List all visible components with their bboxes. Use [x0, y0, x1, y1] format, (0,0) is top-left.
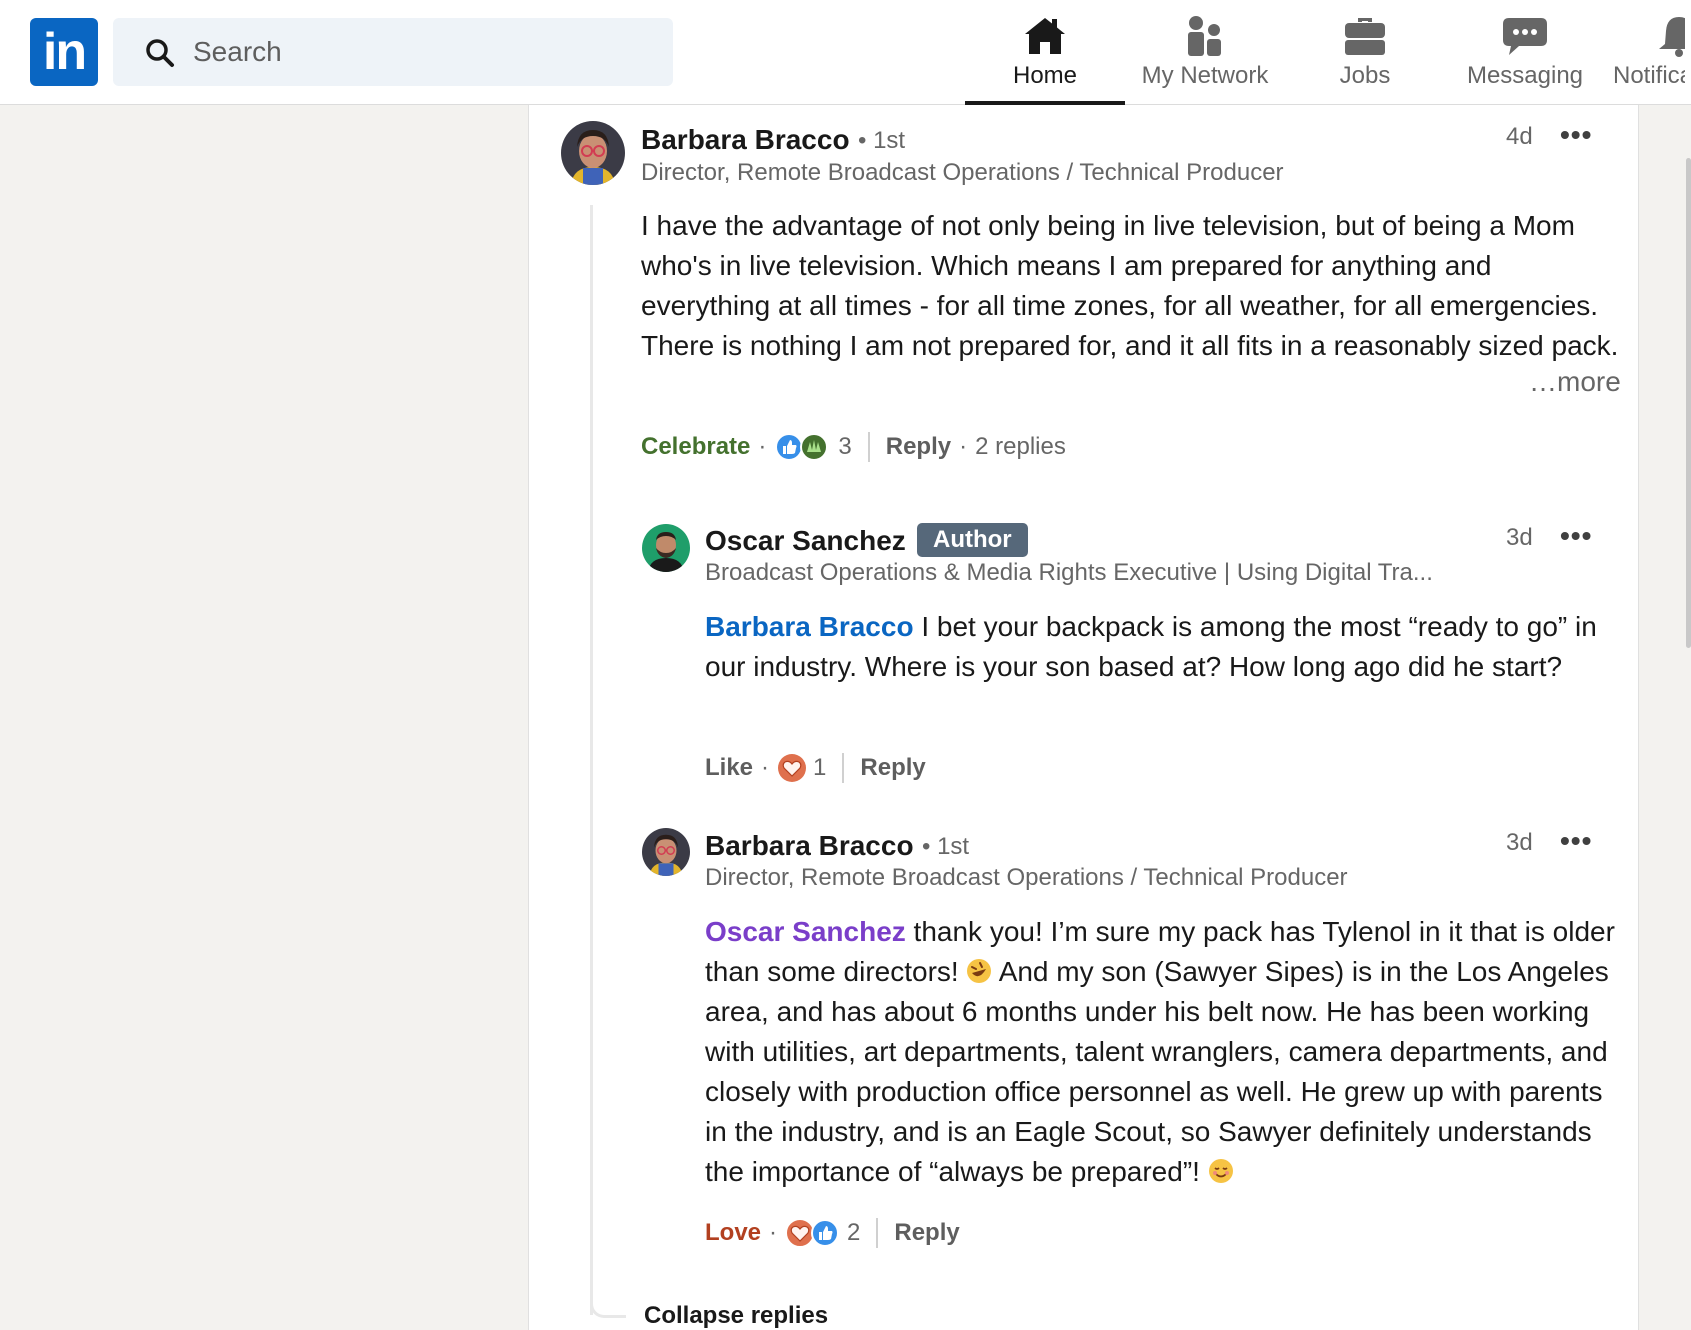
avatar-oscar-sanchez[interactable]: [642, 524, 690, 572]
author-badge: Author: [917, 523, 1028, 557]
comment-timestamp: 4d: [1506, 123, 1533, 150]
reply-text: Barbara Bracco I bet your backpack is am…: [705, 607, 1625, 687]
collapse-replies-button[interactable]: Collapse replies: [644, 1302, 828, 1330]
nav-jobs[interactable]: Jobs: [1285, 0, 1445, 105]
nav-home[interactable]: Home: [965, 0, 1125, 105]
linkedin-logo[interactable]: in: [30, 18, 98, 86]
search-icon: [146, 39, 174, 67]
action-divider: [867, 432, 870, 462]
action-divider: [876, 1218, 879, 1248]
reply-button[interactable]: Reply: [886, 433, 951, 461]
top-navigation-bar: in Home My Network: [0, 0, 1691, 105]
reply-author-name[interactable]: Oscar Sanchez: [705, 525, 906, 557]
reply-author-name[interactable]: Barbara Bracco: [705, 830, 914, 862]
mention-link[interactable]: Oscar Sanchez: [705, 916, 906, 947]
reaction-count[interactable]: 3: [838, 433, 851, 461]
nav-my-network[interactable]: My Network: [1125, 0, 1285, 105]
see-more-link[interactable]: …more: [1519, 366, 1621, 398]
reply-actions: Like · 1 Reply: [705, 751, 926, 785]
reaction-count[interactable]: 2: [847, 1219, 860, 1247]
search-box[interactable]: [113, 18, 673, 86]
reaction-icons[interactable]: [774, 432, 832, 462]
reply-button[interactable]: Reply: [894, 1219, 959, 1247]
profile-photo: [561, 121, 625, 185]
reply-button[interactable]: Reply: [860, 754, 925, 782]
comment-author-name[interactable]: Barbara Bracco: [641, 124, 850, 156]
people-icon: [1188, 16, 1221, 56]
replies-count-link[interactable]: 2 replies: [975, 433, 1066, 461]
briefcase-icon: [1345, 18, 1385, 55]
reply-options-icon[interactable]: •••: [1560, 825, 1592, 857]
reply-text: Oscar Sanchez thank you! I’m sure my pac…: [705, 912, 1625, 1192]
connection-degree: • 1st: [858, 127, 906, 154]
smiling-face-emoji-icon: [1208, 1159, 1233, 1183]
search-input[interactable]: [193, 18, 653, 86]
rofl-emoji-icon: [967, 959, 992, 983]
comment-actions: Celebrate · 3 Reply · 2 replies: [641, 430, 1066, 464]
action-divider: [842, 753, 845, 783]
reply-author-headline: Broadcast Operations & Media Rights Exec…: [705, 559, 1433, 586]
nav-notifications-label: Notifica: [1613, 62, 1685, 89]
love-reaction-icon[interactable]: [777, 753, 807, 783]
bell-icon: [1659, 17, 1685, 57]
reply-timestamp: 3d: [1506, 524, 1533, 551]
nav-jobs-label: Jobs: [1339, 62, 1391, 89]
nav-messaging-label: Messaging: [1466, 62, 1584, 89]
nav-messaging[interactable]: Messaging: [1445, 0, 1605, 105]
like-button[interactable]: Like: [705, 754, 753, 782]
reaction-button[interactable]: Celebrate: [641, 433, 750, 461]
separator-dot: ·: [769, 1219, 778, 1246]
avatar-barbara-bracco[interactable]: [561, 121, 625, 185]
reply-timestamp: 3d: [1506, 829, 1533, 856]
comment-options-icon[interactable]: •••: [1560, 119, 1592, 151]
love-button[interactable]: Love: [705, 1219, 761, 1247]
separator-dot: ·: [959, 433, 968, 460]
profile-photo: [642, 524, 690, 572]
avatar-barbara-bracco-reply[interactable]: [642, 828, 690, 876]
nav-my-network-label: My Network: [1141, 62, 1269, 89]
thread-line-end: [590, 1290, 626, 1318]
nav-notifications[interactable]: Notifica: [1605, 0, 1685, 105]
reaction-count[interactable]: 1: [813, 754, 826, 782]
separator-dot: ·: [761, 754, 770, 781]
connection-degree: • 1st: [922, 833, 970, 860]
thread-line: [590, 205, 593, 1315]
comment-text: I have the advantage of not only being i…: [641, 210, 1619, 361]
home-icon: [1025, 18, 1065, 54]
reply-options-icon[interactable]: •••: [1560, 520, 1592, 552]
profile-photo: [642, 828, 690, 876]
primary-nav: Home My Network Jobs Messaging Notific: [965, 0, 1685, 105]
separator-dot: ·: [758, 433, 767, 460]
reply-author-headline: Director, Remote Broadcast Operations / …: [705, 864, 1348, 891]
nav-home-label: Home: [1012, 62, 1078, 89]
reply-text-part-2: And my son (Sawyer Sipes) is in the Los …: [705, 956, 1609, 1187]
chat-icon: [1503, 18, 1547, 55]
reply-actions: Love · 2 Reply: [705, 1216, 960, 1250]
scrollbar-thumb[interactable]: [1686, 158, 1691, 648]
reaction-icons[interactable]: [785, 1218, 841, 1248]
comment-author-headline: Director, Remote Broadcast Operations / …: [641, 159, 1284, 186]
mention-link[interactable]: Barbara Bracco: [705, 611, 914, 642]
